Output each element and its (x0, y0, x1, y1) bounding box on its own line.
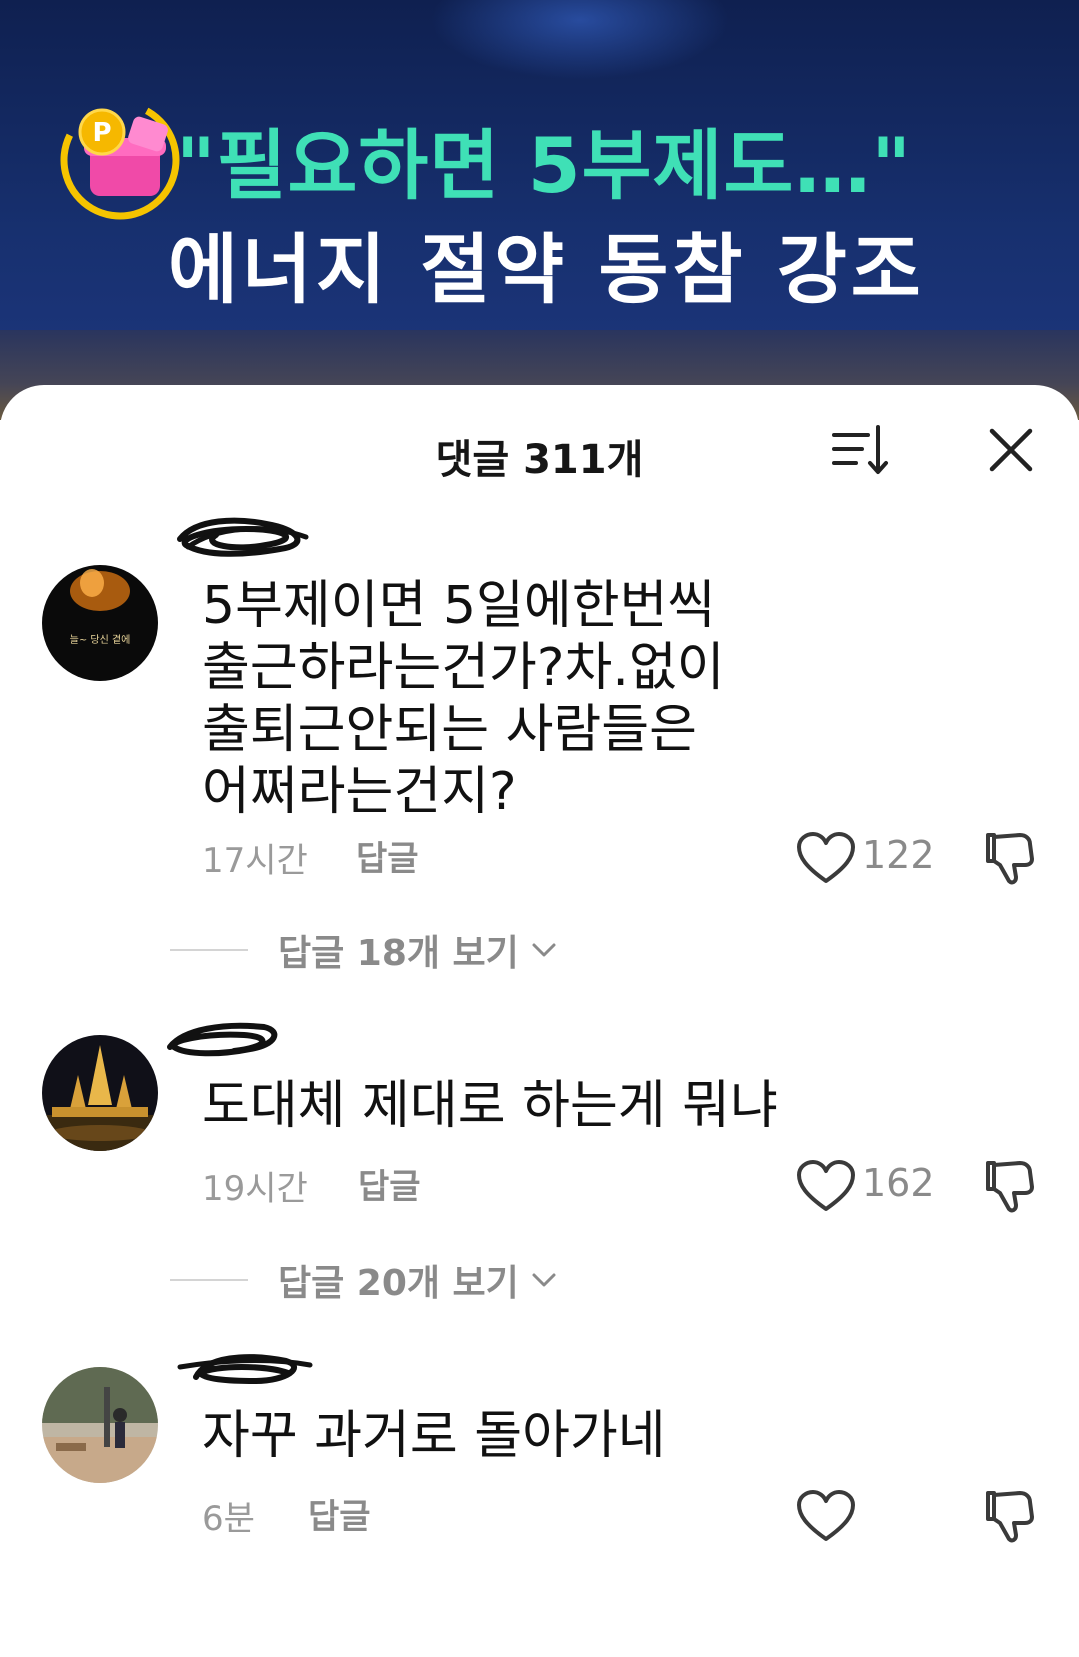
comment-text: 자꾸 과거로 돌아가네 (202, 1406, 666, 1466)
comments-sheet: 댓글 311개 늘~ 당신 곁에 5부제이면 5일에한번씩 출근하라는건가?차.… (0, 385, 1079, 1657)
view-replies-button[interactable]: 답글 20개 보기 (170, 1255, 559, 1305)
point-reward-icon[interactable]: P (60, 84, 192, 236)
chevron-down-icon (532, 1273, 556, 1287)
heart-icon (797, 1160, 855, 1211)
like-count: 122 (862, 833, 935, 877)
comment-time: 19시간 (202, 1169, 308, 1209)
dislike-button[interactable] (980, 1157, 1038, 1215)
replies-divider (170, 1279, 248, 1281)
comment-time: 17시간 (202, 841, 308, 881)
badge-letter: P (92, 118, 111, 148)
thumbs-down-icon (986, 1161, 1034, 1213)
sort-button[interactable] (830, 421, 892, 481)
close-icon (989, 428, 1033, 472)
reply-button[interactable]: 답글 (308, 1489, 371, 1538)
video-headline-line1: "필요하면 5부제도…" (176, 121, 912, 210)
reply-button[interactable]: 답글 (356, 831, 419, 880)
redacted-username (167, 1022, 278, 1057)
comment-text: 5부제이면 5일에한번씩 출근하라는건가?차.없이 출퇴근안되는 사람들은 어쩌… (202, 576, 725, 822)
video-headline-line2: 에너지 절약 동참 강조 (168, 225, 925, 314)
avatar[interactable] (42, 1367, 158, 1483)
avatar-caption: 늘~ 당신 곁에 (70, 634, 131, 646)
view-replies-label: 답글 18개 보기 (278, 933, 519, 974)
close-button[interactable] (984, 423, 1038, 477)
redacted-username (177, 517, 309, 557)
comment-time: 6분 (202, 1499, 255, 1539)
stage-light (430, 0, 730, 80)
heart-icon (797, 832, 855, 883)
like-button[interactable] (796, 1159, 856, 1215)
video-player[interactable]: "필요하면 5부제도…" 에너지 절약 동참 강조 P (0, 0, 1079, 420)
avatar[interactable]: 늘~ 당신 곁에 (42, 565, 158, 681)
dislike-button[interactable] (980, 1487, 1038, 1545)
sort-icon (832, 425, 888, 474)
thumbs-down-icon (986, 1491, 1034, 1543)
reply-button[interactable]: 답글 (358, 1159, 421, 1208)
comments-title: 댓글 311개 (435, 437, 644, 483)
like-button[interactable] (796, 1489, 856, 1545)
replies-divider (170, 949, 248, 951)
avatar[interactable] (42, 1035, 158, 1151)
view-replies-button[interactable]: 답글 18개 보기 (170, 925, 559, 975)
heart-icon (797, 1490, 855, 1541)
comment-text: 도대체 제대로 하는게 뭐냐 (202, 1076, 778, 1136)
view-replies-label: 답글 20개 보기 (278, 1263, 519, 1304)
redacted-username (177, 1354, 313, 1385)
like-count: 162 (862, 1161, 935, 1205)
thumbs-down-icon (986, 833, 1034, 885)
like-button[interactable] (796, 831, 856, 887)
dislike-button[interactable] (980, 829, 1038, 887)
chevron-down-icon (532, 943, 556, 957)
